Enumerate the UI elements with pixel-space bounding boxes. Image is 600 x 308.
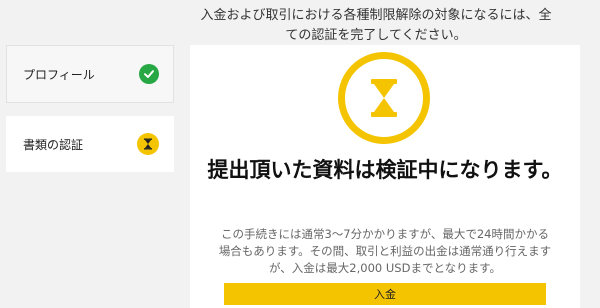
checkmark-icon — [139, 64, 159, 84]
verification-intro-text: 入金および取引における各種制限解除の対象になるには、全ての認証を完了してください… — [200, 8, 552, 43]
hourglass-icon — [137, 133, 159, 155]
verification-status-card: 提出頂いた資料は検証中になります。 この手続きには通常3〜7分かかりますが、最大… — [190, 45, 580, 308]
sidebar-item-label: プロフィール — [23, 67, 95, 82]
sidebar-item-profile[interactable]: プロフィール — [6, 45, 174, 103]
sidebar-item-label: 書類の認証 — [23, 137, 84, 152]
status-title: 提出頂いた資料は検証中になります。 — [207, 158, 563, 182]
hourglass-icon — [338, 52, 430, 144]
status-description: この手続きには通常3〜7分かかりますが、最大で24時間かかる場合もあります。その… — [218, 227, 552, 275]
deposit-button[interactable]: 入金 — [224, 283, 546, 305]
sidebar-item-document-verification[interactable]: 書類の認証 — [6, 116, 174, 172]
